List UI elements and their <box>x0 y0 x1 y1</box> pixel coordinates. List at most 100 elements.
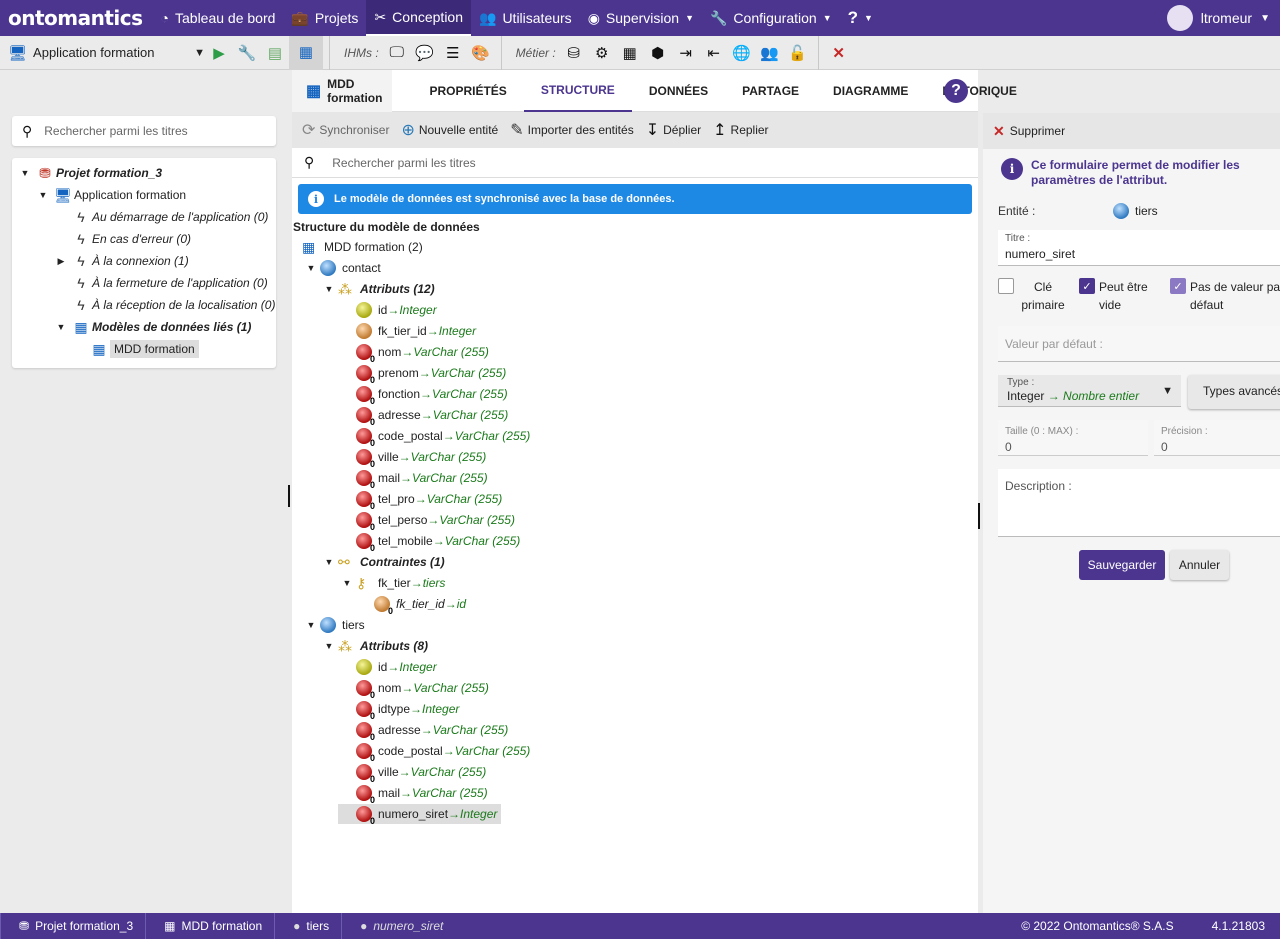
tree-node[interactable]: ϟ À la réception de la localisation (0) <box>12 294 276 316</box>
attribute-row[interactable]: 0 adresse → VarChar (255) <box>338 720 508 742</box>
nav-supervision[interactable]: ◉ Supervision ▼ <box>580 0 702 36</box>
import-icon[interactable]: ⇤ <box>700 44 728 62</box>
attribute-row[interactable]: 0 ville → VarChar (255) <box>338 447 486 469</box>
replier-button[interactable]: ↥ Replier <box>713 120 768 140</box>
attribute-row[interactable]: fk_tier_id → Integer <box>338 321 476 341</box>
left-search-input[interactable]: ⚲ Rechercher parmi les titres <box>12 116 276 146</box>
palette-icon[interactable]: 🎨 <box>467 44 495 62</box>
menu-icon[interactable]: ☰ <box>439 44 467 62</box>
attribute-row[interactable]: 0 ville → VarChar (255) <box>338 762 486 784</box>
nav-conception[interactable]: ✂ Conception <box>366 0 471 36</box>
attribute-row[interactable]: 0 fonction → VarChar (255) <box>338 384 508 406</box>
attribute-row[interactable]: 0 mail → VarChar (255) <box>338 468 488 490</box>
close-icon[interactable]: ✕ <box>825 44 853 62</box>
cancel-button[interactable]: Annuler <box>1170 550 1229 580</box>
attribute-row[interactable]: ▼ ⚷ fk_tier → tiers <box>338 573 446 593</box>
tree-node[interactable]: ▼ ⁂ Attributs (8) <box>320 636 428 656</box>
save-button[interactable]: Sauvegarder <box>1079 550 1165 580</box>
tree-node[interactable]: ▦ MDD formation <box>12 338 276 360</box>
tab-historique[interactable]: HISTORIQUE <box>925 70 1033 112</box>
gears-icon[interactable]: ⚙ <box>588 44 616 62</box>
tab-partage[interactable]: PARTAGE <box>725 70 816 112</box>
attribute-row[interactable]: 0 tel_pro → VarChar (255) <box>338 489 502 511</box>
nav-tableau-de-bord[interactable]: ◔ Tableau de bord <box>153 0 284 36</box>
attribute-row[interactable]: 0 code_postal → VarChar (255) <box>338 741 530 763</box>
attribute-row[interactable]: 0 idtype → Integer <box>338 699 459 721</box>
tab-diagramme[interactable]: DIAGRAMME <box>816 70 925 112</box>
nouvelle-entit--button[interactable]: ⊕ Nouvelle entité <box>401 120 498 140</box>
table-icon[interactable]: ▦ <box>616 44 644 62</box>
caret-down-icon[interactable]: ▼ <box>320 557 338 567</box>
importer-des-entit-s-button[interactable]: ✎ Importer des entités <box>510 120 633 140</box>
attribute-row[interactable]: 0 mail → VarChar (255) <box>338 783 488 805</box>
attribute-row[interactable]: 0 numero_siret → Integer <box>338 804 502 826</box>
type-select[interactable]: Type : Integer → Nombre entier ▼ <box>998 375 1181 407</box>
synchroniser-button[interactable]: ⟳ Synchroniser <box>302 120 389 140</box>
caret-down-icon[interactable]: ▼ <box>34 190 52 200</box>
structure-search-input[interactable]: ⚲ Rechercher parmi les titres <box>292 148 978 178</box>
wrench-icon[interactable]: 🔧 <box>233 44 261 62</box>
precision-input[interactable]: Précision : 0 <box>1154 420 1280 456</box>
cube-icon[interactable]: ⬢ <box>644 44 672 62</box>
tree-node[interactable]: ▼ ⛃ Projet formation_3 <box>12 162 276 184</box>
tree-node[interactable]: ▦ MDD formation (2) <box>302 237 423 257</box>
checkbox-checked[interactable]: ✓ <box>1170 278 1186 294</box>
description-input[interactable]: Description : <box>998 469 1280 537</box>
attribute-row[interactable]: 0 nom → VarChar (255) <box>338 342 489 364</box>
attribute-row[interactable]: 0 tel_mobile → VarChar (255) <box>338 531 520 553</box>
d-plier-button[interactable]: ↧ Déplier <box>646 120 701 140</box>
nav-projets[interactable]: 💼 Projets <box>283 0 366 36</box>
tree-node[interactable]: ▼ contact <box>302 258 381 278</box>
checkbox-nullable[interactable]: ✓ Peut être vide <box>1079 278 1151 314</box>
title-input[interactable]: Titre : numero_siret <box>998 230 1280 266</box>
caret-down-icon[interactable]: ▼ <box>302 620 320 630</box>
tree-node[interactable]: ϟ En cas d'erreur (0) <box>12 228 276 250</box>
nav-configuration[interactable]: 🔧 Configuration ▼ <box>702 0 840 36</box>
caret-down-icon[interactable]: ▼ <box>52 322 70 332</box>
monitor-icon[interactable]: 🖵 <box>383 44 411 61</box>
users-group-icon[interactable]: 👥 <box>756 44 784 62</box>
checkbox-checked[interactable]: ✓ <box>1079 278 1095 294</box>
checkbox-no-default[interactable]: ✓ Pas de valeur par défaut <box>1170 278 1280 314</box>
tree-node[interactable]: ▶ ϟ À la connexion (1) <box>12 250 276 272</box>
tree-node[interactable]: ▼ ⚯ Contraintes (1) <box>320 552 445 572</box>
attribute-row[interactable]: 0 tel_perso → VarChar (255) <box>338 510 515 532</box>
tree-node[interactable]: ▼ ▦ Modèles de données liés (1) <box>12 316 276 338</box>
application-select[interactable]: 🖥 Application formation ▼ <box>0 44 205 62</box>
default-value-input[interactable]: Valeur par défaut : <box>998 326 1280 362</box>
size-input[interactable]: Taille (0 : MAX) : 0 <box>998 420 1148 456</box>
unlock-icon[interactable]: 🔓 <box>784 44 812 62</box>
nav-utilisateurs[interactable]: 👥 Utilisateurs <box>471 0 580 36</box>
export-icon[interactable]: ⇥ <box>672 44 700 62</box>
footer-breadcrumb-item[interactable]: ▦ MDD formation <box>145 913 274 939</box>
nav--[interactable]: ? ▼ <box>840 0 881 36</box>
attribute-row[interactable]: id → Integer <box>338 657 437 677</box>
footer-breadcrumb-item[interactable]: ● numero_siret <box>341 913 455 939</box>
checkbox-primary-key[interactable]: Clé primaire <box>998 278 1068 314</box>
attribute-row[interactable]: 0 fk_tier_id → id <box>356 594 466 616</box>
data-model-icon[interactable]: ▦ <box>289 35 323 70</box>
tree-node[interactable]: ▼ ⁂ Attributs (12) <box>320 279 435 299</box>
tab-propriétés[interactable]: PROPRIÉTÉS <box>412 70 523 112</box>
caret-down-icon[interactable]: ▼ <box>302 263 320 273</box>
tree-node[interactable]: ▼ 🖥 Application formation <box>12 184 276 206</box>
delete-button[interactable]: ✕ Supprimer <box>983 113 1280 149</box>
attribute-row[interactable]: 0 adresse → VarChar (255) <box>338 405 508 427</box>
caret-down-icon[interactable]: ▼ <box>338 578 356 588</box>
attribute-row[interactable]: 0 code_postal → VarChar (255) <box>338 426 530 448</box>
help-icon[interactable]: ? <box>944 79 968 103</box>
notification-icon[interactable]: 💬 <box>411 44 439 62</box>
caret-down-icon[interactable]: ▼ <box>16 168 34 178</box>
caret-down-icon[interactable]: ▼ <box>320 641 338 651</box>
tree-node[interactable]: ▼ tiers <box>302 615 365 635</box>
database-icon[interactable]: ⛁ <box>560 44 588 62</box>
footer-breadcrumb-item[interactable]: ⛃ Projet formation_3 <box>0 913 145 939</box>
tree-node[interactable]: ϟ Au démarrage de l'application (0) <box>12 206 276 228</box>
splitter-handle[interactable] <box>978 503 980 529</box>
attribute-row[interactable]: id → Integer <box>338 300 437 320</box>
footer-breadcrumb-item[interactable]: ● tiers <box>274 913 341 939</box>
attribute-row[interactable]: 0 nom → VarChar (255) <box>338 678 489 700</box>
tree-node[interactable]: ϟ À la fermeture de l'application (0) <box>12 272 276 294</box>
caret-right-icon[interactable]: ▶ <box>52 256 70 267</box>
checkbox[interactable] <box>998 278 1014 294</box>
